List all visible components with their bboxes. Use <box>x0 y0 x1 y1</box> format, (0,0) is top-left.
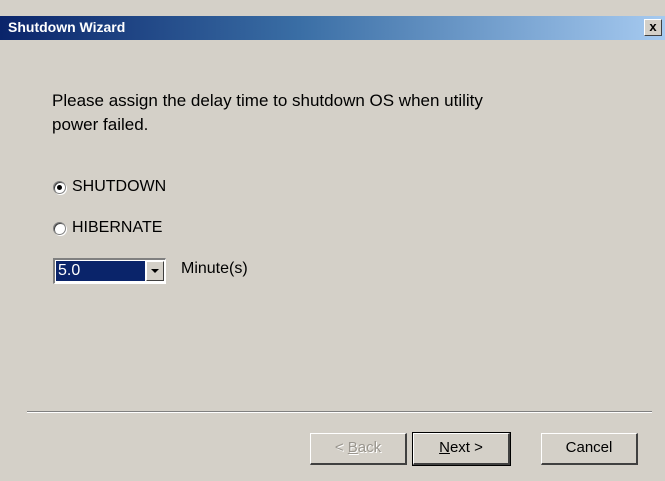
hibernate-radio-button[interactable] <box>53 221 66 235</box>
delay-unit-label: Minute(s) <box>181 260 248 277</box>
hibernate-radio-label: HIBERNATE <box>72 219 163 236</box>
back-button-accel: B <box>347 439 358 456</box>
chevron-down-icon[interactable] <box>146 261 164 281</box>
instruction-line-2: power failed. <box>52 115 149 134</box>
back-button[interactable]: < Back <box>310 433 407 465</box>
hibernate-radio-option[interactable]: HIBERNATE <box>53 217 162 239</box>
shutdown-radio-option[interactable]: SHUTDOWN <box>53 176 166 198</box>
instruction-line-1: Please assign the delay time to shutdown… <box>52 91 483 110</box>
cancel-button[interactable]: Cancel <box>541 433 638 465</box>
next-button[interactable]: Next > <box>412 432 511 466</box>
next-button-rest: ext > <box>449 439 483 456</box>
shutdown-radio-label: SHUTDOWN <box>72 178 167 195</box>
shutdown-wizard-dialog: Shutdown Wizard x Please assign the dela… <box>0 0 665 481</box>
back-button-rest: ack <box>357 439 382 456</box>
title-bar: Shutdown Wizard x <box>0 16 665 40</box>
instruction-text: Please assign the delay time to shutdown… <box>52 89 572 137</box>
close-button[interactable]: x <box>644 19 662 36</box>
button-separator <box>27 411 652 413</box>
window-title: Shutdown Wizard <box>8 19 126 35</box>
shutdown-radio-button[interactable] <box>53 180 66 194</box>
next-button-accel: N <box>439 439 450 456</box>
delay-time-combobox[interactable]: 5.0 <box>53 258 166 284</box>
back-button-prefix: < <box>334 439 348 456</box>
close-icon: x <box>649 19 657 34</box>
delay-time-value[interactable]: 5.0 <box>56 261 145 281</box>
